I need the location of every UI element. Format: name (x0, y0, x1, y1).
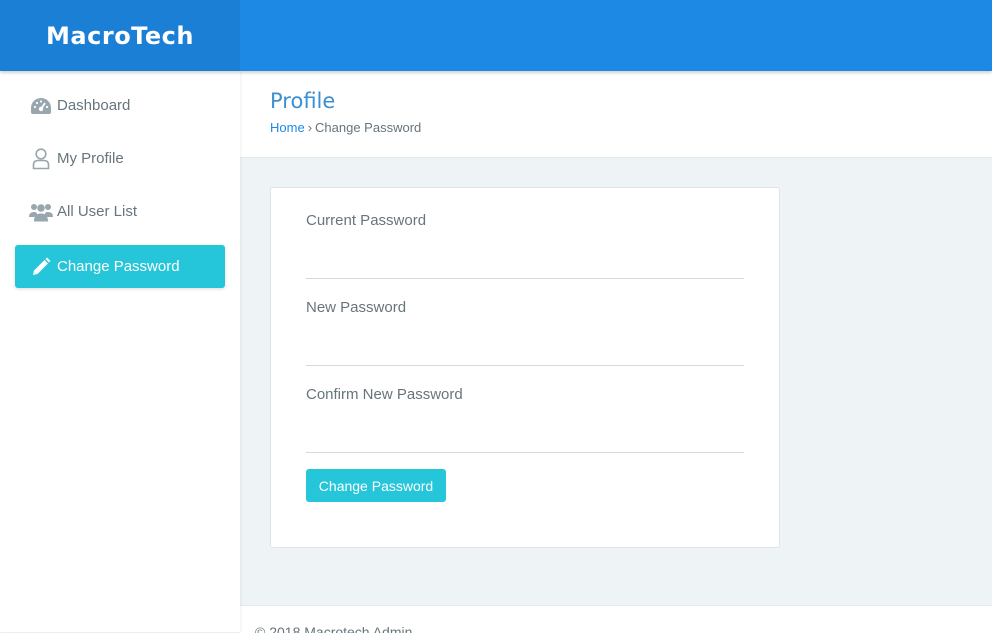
top-navbar: MacroTech (0, 0, 992, 71)
footer: © 2018 Macrotech Admin (240, 605, 992, 633)
sidebar-item-label: Change Password (57, 258, 180, 275)
dashboard-gauge-icon (28, 95, 54, 117)
page-header: Profile Home › Change Password (240, 71, 992, 158)
users-icon (28, 201, 54, 223)
confirm-password-group: Confirm New Password (306, 386, 744, 453)
current-password-group: Current Password (306, 212, 744, 279)
new-password-label: New Password (306, 299, 407, 316)
breadcrumb-separator: › (307, 120, 313, 135)
current-password-input[interactable] (306, 242, 744, 279)
sidebar-item-label: All User List (57, 203, 138, 220)
breadcrumb-current: Change Password (315, 120, 422, 135)
breadcrumb: Home › Change Password (270, 120, 421, 135)
change-password-button[interactable]: Change Password (306, 469, 446, 502)
new-password-input[interactable] (306, 329, 744, 366)
sidebar-item-label: Dashboard (57, 97, 131, 114)
pencil-icon (28, 256, 54, 278)
change-password-card: Current Password New Password Confirm Ne… (270, 187, 780, 548)
new-password-group: New Password (306, 299, 744, 366)
brand-name: MacroTech (46, 21, 194, 50)
sidebar-item-dashboard[interactable]: Dashboard (15, 84, 225, 127)
sidebar-item-label: My Profile (57, 150, 124, 167)
sidebar-item-all-user-list[interactable]: All User List (15, 190, 225, 233)
brand-logo[interactable]: MacroTech (0, 0, 240, 71)
current-password-label: Current Password (306, 212, 427, 229)
confirm-password-input[interactable] (306, 416, 744, 453)
breadcrumb-home-link[interactable]: Home (270, 120, 305, 135)
user-icon (28, 147, 54, 170)
page-title: Profile (270, 89, 336, 113)
sidebar-item-change-password[interactable]: Change Password (15, 245, 225, 288)
confirm-password-label: Confirm New Password (306, 386, 463, 403)
sidebar: Dashboard My Profile All User List Chang… (0, 71, 240, 632)
sidebar-item-my-profile[interactable]: My Profile (15, 137, 225, 180)
